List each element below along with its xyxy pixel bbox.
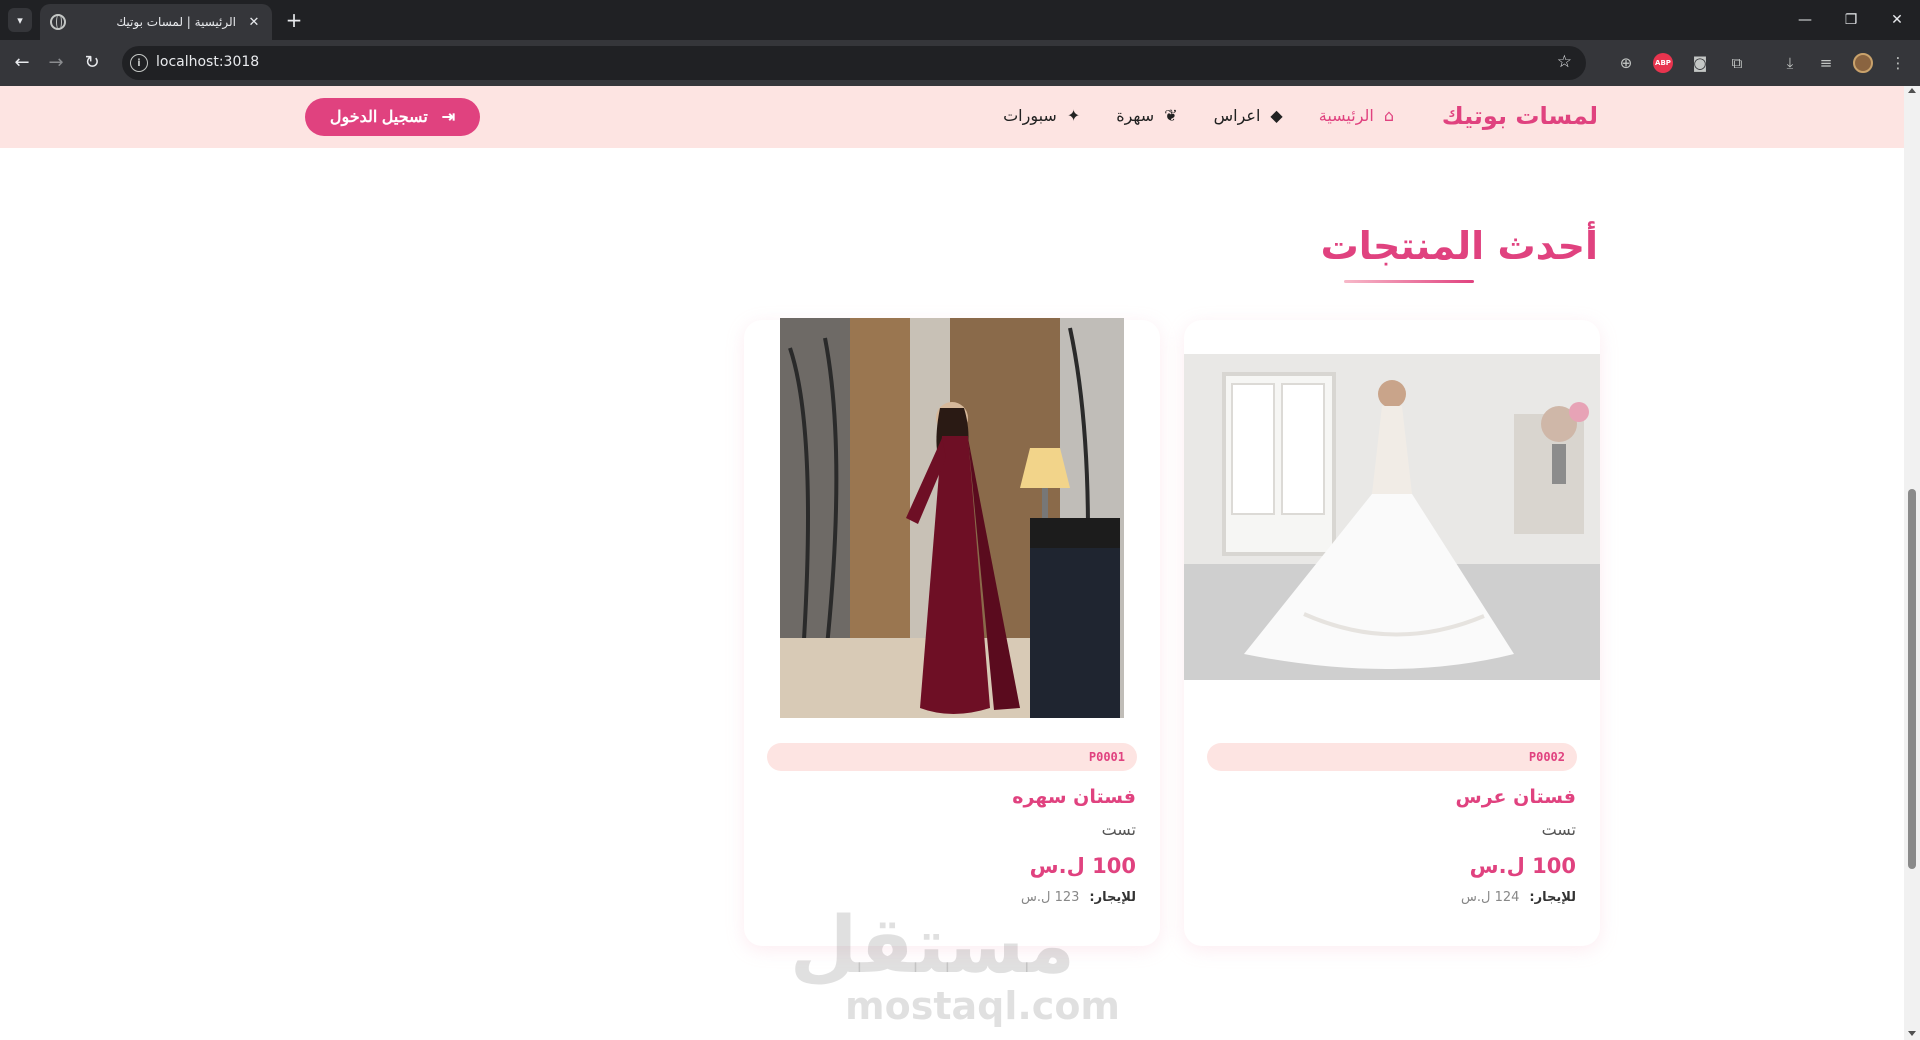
evening-dress-image[interactable]: [780, 318, 1124, 718]
product-price: 100 ل.س: [1469, 854, 1576, 878]
product-name[interactable]: فستان سهره: [1012, 786, 1136, 808]
nav-item-label: سبورات: [1003, 106, 1057, 125]
sign-in-icon: ⇥: [441, 109, 456, 126]
back-arrow-icon[interactable]: ←: [10, 51, 34, 75]
address-bar[interactable]: i localhost:3018 ☆: [122, 46, 1586, 80]
wedding-dress-image[interactable]: [1184, 354, 1600, 680]
rent-label: للإيجار:: [1089, 890, 1136, 905]
nav-item-label: الرئيسية: [1318, 106, 1374, 125]
login-label: تسجيل الدخول: [329, 109, 428, 126]
bookmark-star-icon[interactable]: ☆: [1557, 52, 1572, 72]
watermark-latin: mostaql.com: [845, 984, 1121, 1028]
product-code-badge: P0001: [767, 743, 1137, 771]
main-nav: ⌂ الرئيسية ◆ اعراس ❦ سهرة ✦ سبورات: [1003, 106, 1394, 125]
globe-icon: [50, 14, 66, 30]
download-icon[interactable]: ⤓: [1780, 53, 1800, 73]
site-info-icon[interactable]: i: [130, 54, 148, 72]
close-tab-icon[interactable]: ✕: [246, 15, 262, 30]
extensions-puzzle-icon[interactable]: ⧉: [1727, 53, 1747, 73]
watermark-arabic: مستقل: [789, 901, 1075, 991]
tab-search-button[interactable]: ▾: [8, 8, 32, 32]
nav-item-weddings[interactable]: ◆ اعراس: [1214, 106, 1283, 125]
product-description: تست: [1101, 820, 1136, 839]
page-viewport: لمسات بوتيك ⌂ الرئيسية ◆ اعراس ❦ سهرة ✦ …: [0, 86, 1904, 1040]
nav-item-label: سهرة: [1116, 106, 1155, 125]
minimize-icon[interactable]: —: [1782, 0, 1828, 40]
url-text[interactable]: localhost:3018: [156, 54, 259, 70]
mostaql-watermark: مستقل mostaql.com: [789, 901, 1121, 1028]
product-card[interactable]: P0001 فستان سهره تست 100 ل.س للإيجار: 12…: [744, 318, 1160, 946]
translate-globe-icon[interactable]: ⊕: [1616, 53, 1636, 73]
section-title: أحدث المنتجات: [1320, 224, 1598, 268]
nav-item-evening[interactable]: ❦ سهرة: [1116, 106, 1177, 125]
title-underline: [1344, 280, 1474, 283]
product-name[interactable]: فستان عرس: [1455, 786, 1576, 808]
media-playlist-icon[interactable]: ≡: [1816, 53, 1836, 73]
browser-toolbar: ← → ↻ i localhost:3018 ☆ ⊕ ABP ◙ ⧉ ⤓ ≡ ⋮: [0, 40, 1920, 86]
page-scrollbar[interactable]: [1904, 86, 1920, 1040]
reload-icon[interactable]: ↻: [80, 51, 104, 75]
rent-price-row: للإيجار: 124 ل.س: [1461, 890, 1576, 905]
nav-item-home[interactable]: ⌂ الرئيسية: [1319, 106, 1394, 125]
leaf-icon: ❦: [1164, 106, 1178, 125]
product-price: 100 ل.س: [1029, 854, 1136, 878]
chevron-down-icon: ▾: [17, 13, 23, 27]
scroll-down-arrow-icon[interactable]: [1908, 1031, 1916, 1036]
nav-item-sport[interactable]: ✦ سبورات: [1003, 106, 1080, 125]
brand-logo[interactable]: لمسات بوتيك: [1442, 102, 1598, 130]
running-icon: ✦: [1066, 106, 1081, 125]
forward-arrow-icon[interactable]: →: [44, 51, 68, 75]
login-button[interactable]: ⇥ تسجيل الدخول: [305, 98, 480, 136]
restore-icon[interactable]: ❐: [1828, 0, 1874, 40]
camera-icon[interactable]: ◙: [1690, 53, 1710, 73]
scrollbar-thumb[interactable]: [1908, 489, 1916, 869]
product-card[interactable]: P0002 فستان عرس تست 100 ل.س للإيجار: 124…: [1184, 320, 1600, 946]
product-description: تست: [1541, 820, 1576, 839]
browser-tabstrip: ▾ الرئيسية | لمسات بوتيك ✕ + — ❐ ✕: [0, 0, 1920, 40]
window-controls: — ❐ ✕: [1782, 0, 1920, 40]
rent-value: 124 ل.س: [1461, 890, 1520, 905]
browser-tab-active[interactable]: الرئيسية | لمسات بوتيك ✕: [40, 4, 272, 40]
scroll-up-arrow-icon[interactable]: [1908, 88, 1916, 93]
new-tab-button[interactable]: +: [282, 8, 306, 32]
close-window-icon[interactable]: ✕: [1874, 0, 1920, 40]
product-code-badge: P0002: [1207, 743, 1577, 771]
browser-menu-icon[interactable]: ⋮: [1888, 53, 1908, 73]
tab-title: الرئيسية | لمسات بوتيك: [116, 15, 236, 29]
diamond-icon: ◆: [1270, 106, 1283, 125]
nav-item-label: اعراس: [1213, 106, 1261, 125]
site-navbar: لمسات بوتيك ⌂ الرئيسية ◆ اعراس ❦ سهرة ✦ …: [0, 86, 1904, 148]
adblock-icon[interactable]: ABP: [1653, 53, 1673, 73]
rent-label: للإيجار:: [1529, 890, 1576, 905]
profile-avatar-icon[interactable]: [1853, 53, 1873, 73]
home-icon: ⌂: [1383, 106, 1394, 125]
